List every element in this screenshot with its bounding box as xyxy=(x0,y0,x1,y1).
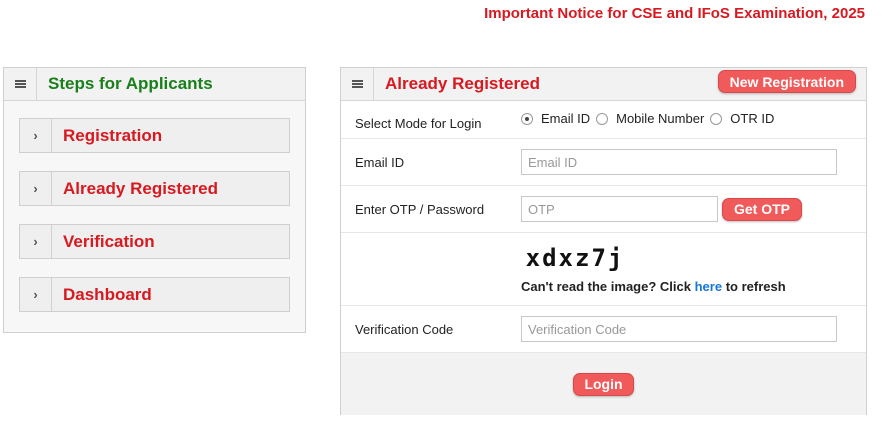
radio-dot-selected xyxy=(521,112,533,125)
login-button[interactable]: Login xyxy=(573,372,634,396)
steps-panel-title: Steps for Applicants xyxy=(48,74,213,93)
email-input[interactable] xyxy=(521,149,837,175)
radio-label: Mobile Number xyxy=(616,111,705,126)
captcha-refresh-note: Can't read the image? Click here to refr… xyxy=(521,279,786,294)
email-row: Email ID xyxy=(341,139,866,186)
step-label: Verification xyxy=(63,231,155,251)
verification-row: Verification Code xyxy=(341,306,866,353)
captcha-note-suffix: to refresh xyxy=(725,279,786,294)
step-label: Already Registered xyxy=(63,178,218,198)
chevron-right-icon: › xyxy=(20,225,52,258)
menu-icon xyxy=(4,67,37,101)
step-verification[interactable]: › Verification xyxy=(19,224,290,259)
radio-mobile-number[interactable]: Mobile Number xyxy=(596,111,704,126)
verification-label: Verification Code xyxy=(355,321,454,337)
radio-dot xyxy=(596,112,609,125)
login-panel-header: Already Registered New Registration xyxy=(341,67,866,101)
email-label: Email ID xyxy=(355,154,405,170)
important-notice-link[interactable]: Important Notice for CSE and IFoS Examin… xyxy=(484,5,865,22)
otp-input[interactable] xyxy=(521,196,718,222)
chevron-right-icon: › xyxy=(20,119,52,152)
radio-label: OTR ID xyxy=(730,111,775,126)
login-mode-row: Select Mode for Login Email ID Mobile Nu… xyxy=(341,101,866,139)
verification-code-input[interactable] xyxy=(521,316,837,342)
login-mode-label: Select Mode for Login xyxy=(355,116,482,131)
captcha-row: xdxz7j Can't read the image? Click here … xyxy=(341,233,866,306)
step-registration[interactable]: › Registration xyxy=(19,118,290,153)
captcha-note-prefix: Can't read the image? Click xyxy=(521,279,691,294)
login-mode-options: Email ID Mobile Number OTR ID xyxy=(521,111,780,126)
chevron-right-icon: › xyxy=(20,278,52,311)
otp-row: Enter OTP / Password Get OTP xyxy=(341,186,866,233)
menu-icon xyxy=(341,67,374,101)
captcha-image: xdxz7j xyxy=(521,241,629,275)
steps-panel: Steps for Applicants › Registration › Al… xyxy=(3,67,306,333)
radio-dot xyxy=(710,112,723,125)
step-already-registered[interactable]: › Already Registered xyxy=(19,171,290,206)
login-panel-title: Already Registered xyxy=(385,74,540,93)
captcha-refresh-link[interactable]: here xyxy=(695,279,722,294)
step-label: Registration xyxy=(63,125,163,145)
step-dashboard[interactable]: › Dashboard xyxy=(19,277,290,312)
new-registration-button[interactable]: New Registration xyxy=(717,70,856,93)
login-footer: Login xyxy=(341,353,866,415)
login-panel: Already Registered New Registration Sele… xyxy=(340,67,867,415)
radio-otr-id[interactable]: OTR ID xyxy=(710,111,774,126)
chevron-right-icon: › xyxy=(20,172,52,205)
steps-panel-header: Steps for Applicants xyxy=(4,67,305,101)
radio-email-id[interactable]: Email ID xyxy=(521,111,590,126)
get-otp-button[interactable]: Get OTP xyxy=(722,197,803,221)
radio-label: Email ID xyxy=(541,111,591,126)
step-label: Dashboard xyxy=(63,284,152,304)
otp-label: Enter OTP / Password xyxy=(355,201,485,217)
